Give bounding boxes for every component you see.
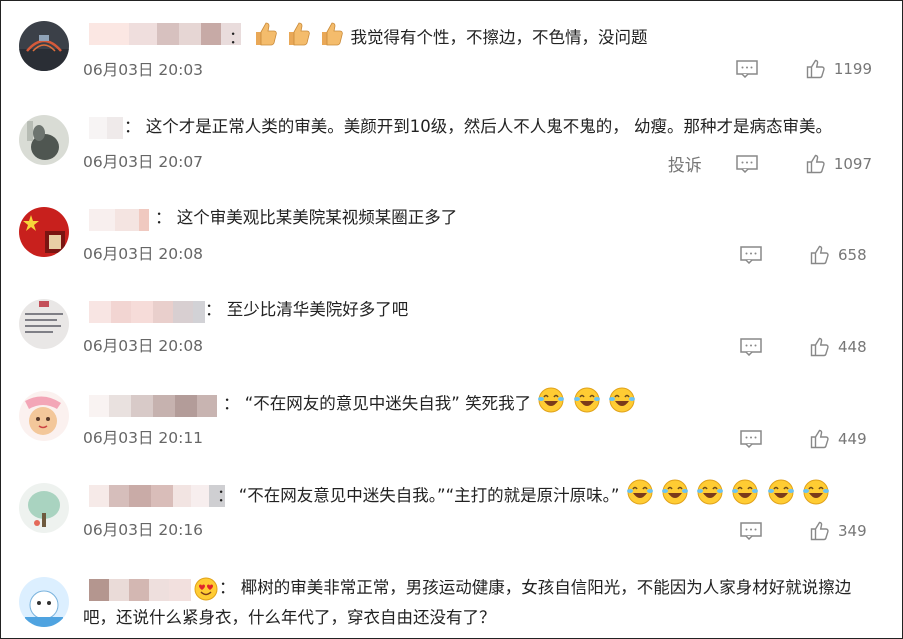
avatar[interactable]: [19, 21, 69, 71]
comment-text: ： 我觉得有个性，不擦边，不色情，没问题: [229, 21, 648, 57]
comment-body: 我觉得有个性，不擦边，不色情，没问题: [350, 28, 648, 47]
comment-actions: 投诉 1097: [668, 151, 872, 176]
like-count: 349: [838, 522, 867, 540]
comment-item: ： 这个审美观比某美院某视频某圈正多了 06月03日 20:08 658: [1, 185, 902, 277]
like-count: 449: [838, 430, 867, 448]
laughing-tears-emoji-icon: [626, 479, 654, 515]
like-icon[interactable]: [806, 154, 826, 174]
like-count: 448: [838, 338, 867, 356]
separator: ：: [217, 486, 234, 505]
avatar[interactable]: [19, 577, 69, 627]
separator: ：: [155, 208, 172, 227]
reply-icon[interactable]: [740, 246, 762, 264]
comment-time: 06月03日 20:08: [83, 245, 204, 263]
separator: ：: [205, 300, 222, 319]
separator: ：: [219, 578, 236, 597]
avatar[interactable]: [19, 483, 69, 533]
reply-icon[interactable]: [740, 430, 762, 448]
avatar[interactable]: [19, 299, 69, 349]
like-icon[interactable]: [810, 245, 830, 265]
comment-body: 这个才是正常人类的审美。美颜开到10级，然后人不人鬼不鬼的， 幼瘦。那种才是病态…: [145, 117, 832, 136]
comment-item: ： 我觉得有个性，不擦边，不色情，没问题 06月03日 20:03 1199: [1, 1, 902, 93]
comment-item: ： 椰树的审美非常正常，男孩运动健康，女孩自信阳光，不能因为人家身材好就说擦边吧…: [1, 553, 902, 638]
comment-body: “不在网友意见中迷失自我。”“主打的就是原汁原味。”: [238, 486, 620, 505]
like-count: 658: [838, 246, 867, 264]
thumbs-up-emoji-icon: [252, 21, 278, 57]
comment-time: 06月03日 20:03: [83, 61, 204, 79]
like-count: 1097: [833, 154, 872, 173]
like-count: 1199: [833, 60, 872, 78]
comment-item: ： “不在网友的意见中迷失自我” 笑死我了 06月03日 20:11 449: [1, 369, 902, 461]
avatar[interactable]: [19, 207, 69, 257]
like-icon[interactable]: [810, 429, 830, 449]
username-redacted[interactable]: [89, 301, 205, 323]
separator: ：: [223, 394, 240, 413]
thumbs-up-emoji-icon: [285, 21, 311, 57]
comment-body: 这个审美观比某美院某视频某圈正多了: [176, 208, 458, 227]
username-redacted[interactable]: [89, 117, 123, 139]
reply-icon[interactable]: [736, 154, 758, 173]
reply-icon[interactable]: [736, 60, 758, 78]
comment-list: ： 我觉得有个性，不擦边，不色情，没问题 06月03日 20:03 1199 ：…: [0, 0, 903, 639]
comment-body: 至少比清华美院好多了吧: [226, 300, 409, 319]
comment-text: ： “不在网友意见中迷失自我。”“主打的就是原汁原味。”: [217, 479, 831, 515]
comment-time: 06月03日 20:11: [83, 429, 204, 447]
comment-text: ： 这个才是正常人类的审美。美颜开到10级，然后人不人鬼不鬼的， 幼瘦。那种才是…: [124, 112, 832, 142]
separator: ：: [229, 28, 246, 47]
thumbs-up-emoji-icon: [318, 21, 344, 57]
reply-icon[interactable]: [740, 338, 762, 356]
like-icon[interactable]: [810, 337, 830, 357]
laughing-tears-emoji-icon: [573, 387, 601, 423]
comment-actions: 349: [740, 521, 872, 541]
like-icon[interactable]: [806, 59, 826, 79]
comment-item: ： “不在网友意见中迷失自我。”“主打的就是原汁原味。” 06月03日 20:1…: [1, 461, 902, 553]
laughing-tears-emoji-icon: [731, 479, 759, 515]
laughing-tears-emoji-icon: [537, 387, 565, 423]
comment-time: 06月03日 20:16: [83, 521, 204, 539]
comment-item: ： 至少比清华美院好多了吧 06月03日 20:08 448: [1, 277, 902, 369]
laughing-tears-emoji-icon: [661, 479, 689, 515]
comment-actions: 658: [740, 245, 872, 265]
username-redacted[interactable]: [89, 209, 149, 231]
username-redacted[interactable]: [89, 395, 217, 417]
comment-actions: 1199: [736, 59, 872, 79]
username-redacted[interactable]: [89, 485, 225, 507]
comment-body: 椰树的审美非常正常，男孩运动健康，女孩自信阳光，不能因为人家身材好就说擦边吧，还…: [83, 578, 852, 627]
reply-icon[interactable]: [740, 522, 762, 540]
report-button[interactable]: 投诉: [668, 151, 702, 176]
separator: ：: [124, 117, 141, 136]
comment-text: ： 至少比清华美院好多了吧: [205, 295, 408, 325]
comment-text: ： “不在网友的意见中迷失自我” 笑死我了: [223, 387, 637, 423]
comment-body: “不在网友的意见中迷失自我” 笑死我了: [244, 394, 532, 413]
laughing-tears-emoji-icon: [608, 387, 636, 423]
comment-text: ： 椰树的审美非常正常，男孩运动健康，女孩自信阳光，不能因为人家身材好就说擦边吧…: [83, 573, 883, 633]
comment-text: ： 这个审美观比某美院某视频某圈正多了: [155, 203, 457, 233]
avatar[interactable]: [19, 391, 69, 441]
laughing-tears-emoji-icon: [802, 479, 830, 515]
laughing-tears-emoji-icon: [696, 479, 724, 515]
comment-item: ： 这个才是正常人类的审美。美颜开到10级，然后人不人鬼不鬼的， 幼瘦。那种才是…: [1, 93, 902, 185]
comment-time: 06月03日 20:08: [83, 337, 204, 355]
avatar[interactable]: [19, 115, 69, 165]
comment-actions: 448: [740, 337, 872, 357]
like-icon[interactable]: [810, 521, 830, 541]
username-redacted[interactable]: [89, 23, 241, 45]
laughing-tears-emoji-icon: [767, 479, 795, 515]
comment-time: 06月03日 20:07: [83, 153, 204, 171]
comment-actions: 449: [740, 429, 872, 449]
